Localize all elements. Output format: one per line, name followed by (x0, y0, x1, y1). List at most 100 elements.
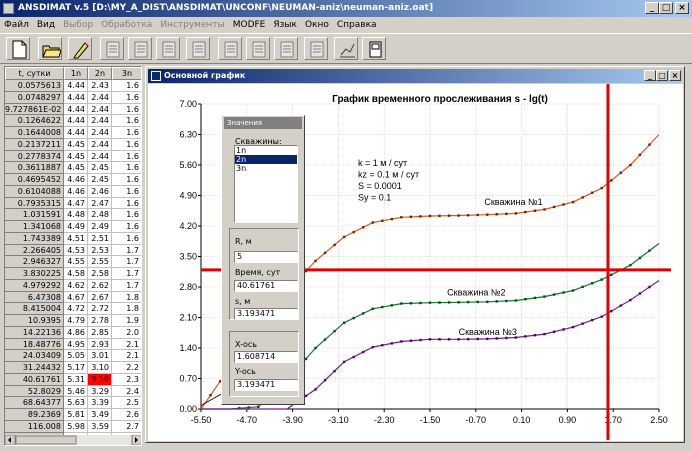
series-point (610, 273, 613, 276)
series-point (419, 301, 422, 305)
values-panel-title: Значения (224, 117, 302, 129)
series-point (352, 355, 355, 359)
series-point (562, 291, 565, 294)
series-point (409, 339, 413, 342)
series-point (314, 346, 317, 350)
x-tick-label: 0.90 (559, 415, 577, 425)
series-point (447, 214, 451, 217)
series-point (409, 215, 413, 219)
series-point (476, 337, 479, 341)
series-point (371, 221, 374, 224)
series-point (342, 360, 346, 364)
series-point (466, 337, 470, 341)
series-point (562, 328, 565, 331)
series-point (610, 309, 613, 313)
y-axis-label: Y-ось (235, 367, 256, 376)
r-field[interactable]: 5 (234, 251, 298, 263)
series-point (552, 205, 556, 209)
series-point (323, 251, 327, 255)
series-point (648, 285, 651, 289)
values-panel: Значения Скважины: 1n 2n 3n R, м 5 Время, … (221, 115, 305, 405)
series-point (381, 219, 384, 222)
series-point (543, 332, 546, 336)
series-point (581, 322, 584, 325)
wells-list[interactable]: 1n 2n 3n (234, 145, 298, 223)
time-field[interactable]: 40.61761 (234, 280, 298, 292)
x-tick-label: -0.70 (466, 415, 487, 425)
series-point (342, 235, 346, 239)
series-point (524, 298, 527, 301)
model-parameter: Sy = 0.1 (358, 193, 391, 203)
series-point (552, 330, 556, 333)
x-tick-label: 0.10 (513, 415, 531, 425)
model-parameter: kz = 0.1 м / сут (358, 170, 419, 180)
series-point (342, 321, 346, 324)
series-point (648, 249, 651, 252)
series-point (476, 213, 479, 217)
x-axis-field[interactable]: 1.608714 (234, 351, 298, 363)
series-point (495, 213, 498, 216)
x-tick-label: -3.10 (328, 415, 349, 425)
series-point (323, 338, 327, 341)
y-tick-label: 4.90 (179, 191, 197, 201)
well-list-item[interactable]: 2n (235, 155, 297, 164)
series-point (304, 394, 308, 398)
series-point (505, 212, 508, 215)
series-point (629, 264, 632, 267)
series-point (428, 214, 432, 218)
series-point (486, 213, 489, 216)
series-label: Скважина №3 (459, 327, 517, 337)
y-tick-label: 2.10 (179, 313, 197, 323)
s-label: s, м (235, 297, 251, 306)
series-point (600, 315, 603, 318)
series-point (457, 214, 460, 217)
series-point (533, 334, 537, 337)
series-point (438, 214, 441, 218)
series-point (247, 406, 250, 409)
y-tick-label: 4.20 (179, 221, 197, 231)
series-point (571, 289, 575, 292)
series-point (362, 350, 365, 354)
series-point (447, 338, 451, 341)
series-point (390, 342, 394, 345)
series-point (619, 171, 623, 174)
well-list-item[interactable]: 3n (235, 164, 297, 173)
chart-title: График временного прослеживания s - lg(t… (332, 93, 548, 105)
chart-plot[interactable]: -5.50 -4.70 -3.90 -3.10 -2.30 -1.50 -0.70 0.10 0… (0, 0, 692, 451)
series-point (466, 214, 470, 217)
y-tick-label: 5.60 (179, 160, 197, 170)
series-point (352, 316, 355, 320)
series-point (333, 369, 336, 373)
series-point (524, 335, 527, 338)
series-point (390, 217, 394, 221)
s-field[interactable]: 3.193471 (234, 308, 298, 320)
series-point (447, 301, 451, 304)
series-point (400, 302, 403, 305)
y-tick-label: 6.30 (179, 130, 197, 140)
series-point (371, 307, 374, 310)
series-point (514, 212, 518, 215)
series-point (362, 312, 365, 315)
series-point (533, 209, 537, 212)
y-tick-label: 1.40 (179, 343, 197, 353)
y-tick-label: 3.50 (179, 252, 197, 262)
x-tick-label: -1.50 (420, 415, 441, 425)
series-point (552, 293, 556, 296)
series-point (505, 299, 508, 303)
series-point (419, 338, 422, 342)
y-tick-label: 2.80 (179, 282, 197, 292)
series-point (457, 338, 460, 341)
series-point (591, 191, 594, 194)
series-point (400, 216, 403, 219)
series-point (466, 300, 470, 304)
x-tick-label: -3.90 (282, 415, 303, 425)
y-axis-field[interactable]: 3.193471 (234, 379, 298, 391)
series-point (476, 300, 479, 304)
model-parameter: k = 1 м / сут (358, 158, 407, 168)
series-point (333, 329, 336, 333)
series-point (581, 196, 584, 199)
series-point (486, 337, 489, 341)
series-point (543, 208, 546, 211)
series-point (638, 153, 642, 157)
well-list-item[interactable]: 1n (235, 146, 297, 155)
